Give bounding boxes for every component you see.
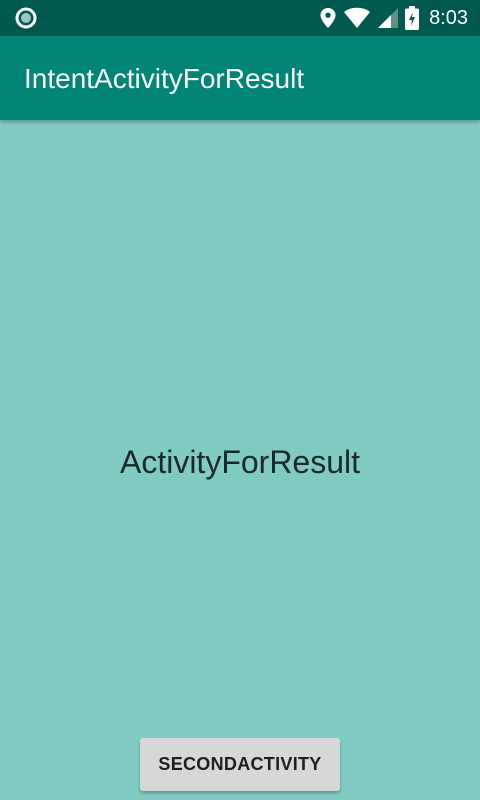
- status-bar: 8:03: [0, 0, 480, 36]
- status-time: 8:03: [429, 6, 468, 29]
- second-activity-button[interactable]: SECONDACTIVITY: [140, 738, 340, 791]
- app-title: IntentActivityForResult: [24, 63, 305, 94]
- cellular-signal-icon: [377, 7, 399, 29]
- status-icons: 8:03: [319, 0, 468, 36]
- battery-charging-icon: [405, 6, 420, 30]
- wifi-icon: [343, 7, 371, 29]
- location-icon: [319, 7, 337, 29]
- app-bar: IntentActivityForResult: [0, 36, 480, 120]
- center-label: ActivityForResult: [119, 444, 361, 480]
- circle-notification-icon: [15, 7, 37, 29]
